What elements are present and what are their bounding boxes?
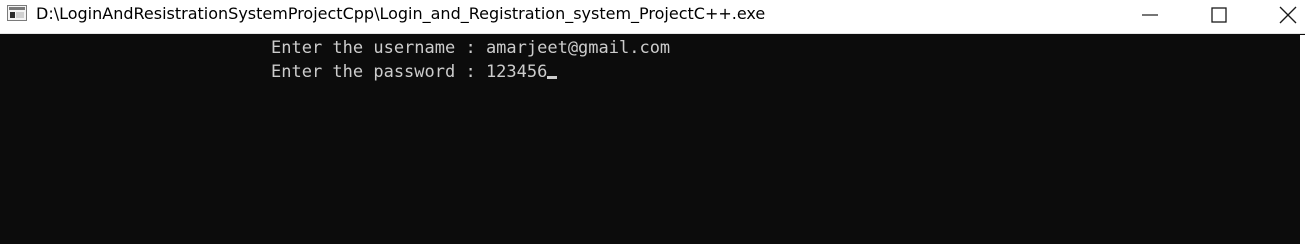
title-bar[interactable]: D:\LoginAndResistrationSystemProjectCpp\…	[0, 0, 1305, 34]
maximize-icon	[1211, 7, 1227, 23]
minimize-button[interactable]	[1127, 0, 1173, 30]
icon-screen-dark	[10, 12, 15, 18]
password-prompt: Enter the password :	[271, 62, 486, 82]
maximize-button[interactable]	[1196, 0, 1242, 30]
console-line-username: Enter the username : amarjeet@gmail.com	[271, 36, 670, 60]
close-button[interactable]	[1265, 0, 1305, 30]
window-title: D:\LoginAndResistrationSystemProjectCpp\…	[36, 4, 766, 23]
text-cursor	[547, 76, 558, 79]
password-value: 123456	[485, 62, 548, 82]
console-output[interactable]	[0, 35, 1305, 244]
console-app-icon[interactable]	[7, 5, 27, 21]
icon-bar	[9, 7, 25, 10]
scrollbar-strip[interactable]	[1300, 35, 1305, 244]
console-line-password: Enter the password : 123456	[271, 60, 558, 84]
minimize-icon	[1142, 14, 1158, 16]
icon-screen-light	[16, 12, 24, 18]
username-prompt: Enter the username :	[271, 38, 486, 58]
close-icon	[1279, 6, 1297, 24]
console-window: D:\LoginAndResistrationSystemProjectCpp\…	[0, 0, 1305, 244]
username-value: amarjeet@gmail.com	[485, 38, 671, 58]
